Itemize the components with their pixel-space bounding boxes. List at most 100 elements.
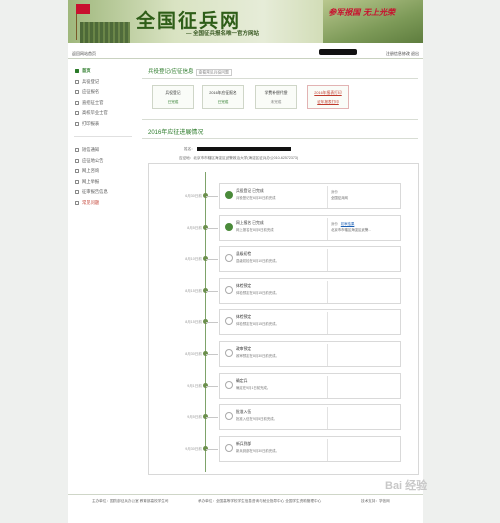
step-title: 体检预定 <box>236 315 252 319</box>
printer-icon <box>75 121 79 126</box>
timeline-connector <box>206 322 218 323</box>
step-title: 批准入伍 <box>236 410 252 414</box>
section-title: 兵役登记/应征信息 查看常见兵役问题 <box>148 67 232 76</box>
status-label-text: 身份 <box>331 222 338 226</box>
pending-circle-icon <box>225 349 233 357</box>
sidebar-item-faq[interactable]: 常见问题 <box>72 198 134 209</box>
card-separator <box>327 218 328 240</box>
pending-circle-icon <box>225 381 233 389</box>
step-description: 网上报名在8月5日前完成 <box>236 228 274 232</box>
timeline-date: 8月15日前 <box>185 320 202 324</box>
footer-tech: 技术支持：学信网 <box>361 499 390 503</box>
tile-enlist[interactable]: 2016年应征报名 已完成 <box>202 85 244 109</box>
step-description: 政审预定在8月30日前完成。 <box>236 354 279 358</box>
section-note[interactable]: 查看常见兵役问题 <box>195 68 232 76</box>
sidebar-item-registration[interactable]: 兵役登记 <box>72 77 134 88</box>
step-title: 新兵到部 <box>236 442 252 446</box>
check-circle-icon <box>225 191 233 199</box>
progress-title: 2016年应征进展情况 <box>148 130 204 136</box>
tile-tuition[interactable]: 学费补偿代偿 未完成 <box>255 85 297 109</box>
step-description: 新兵到部在9月30日前完成。 <box>236 449 279 453</box>
timeline-card: 确定兵确定在9月1日前完成。 <box>219 373 401 399</box>
step-description: 兵役登记在6月30日前完成 <box>236 196 276 200</box>
card-separator <box>327 344 328 366</box>
sidebar-item-enlist[interactable]: 应征报名 <box>72 87 134 98</box>
step-description: 批准入伍在9月5日前完成。 <box>236 417 278 421</box>
name-row: 姓名： <box>184 147 291 152</box>
step-status-value: 北京市市辖区海淀区武警... <box>331 228 372 232</box>
form-icon <box>75 100 79 105</box>
step-title: 确定兵 <box>236 379 248 383</box>
pending-circle-icon <box>225 286 233 294</box>
sidebar-item-home[interactable]: 首页 <box>72 66 134 77</box>
card-separator <box>327 312 328 334</box>
section-divider <box>142 78 418 79</box>
status-label-text: 身份 <box>331 190 338 194</box>
sidebar-item-consult[interactable]: 网上咨询 <box>72 166 134 177</box>
timeline-card: 体检预定 体检预定在8月15日前完成。 <box>219 309 401 335</box>
doc-icon <box>75 79 79 84</box>
timeline-connector <box>206 386 218 387</box>
timeline-date: 9月30日前 <box>185 447 202 451</box>
address-row: 应征地：北京市市辖区海淀区武警政治大学(海淀区征兵办公010-62572373) <box>179 156 299 160</box>
flag-icon <box>76 4 90 14</box>
step-title: 政审预定 <box>236 347 252 351</box>
card-separator <box>327 281 328 303</box>
redacted-name <box>196 147 291 152</box>
pending-circle-icon <box>225 254 233 262</box>
step-description: 县级初检在8月10日前完成。 <box>236 259 279 263</box>
site-subtitle: — 全国征兵报名唯一官方网站 <box>186 31 260 37</box>
sidebar-item-sms[interactable]: 短信通知 <box>72 145 134 156</box>
footer-sponsor: 主办单位：国防部征兵办公室 教育部高校学生司 <box>92 499 169 503</box>
sidebar-item-notice[interactable]: 应征地公告 <box>72 156 134 167</box>
review-icon <box>75 190 79 195</box>
step-title: 网上报名 已完成 <box>236 221 264 225</box>
home-icon <box>75 69 79 74</box>
timeline-date: 6月30日前 <box>185 194 202 198</box>
timeline-card: 兵役登记 已完成 兵役登记在6月30日前完成 身份 全国征兵网 <box>219 183 401 209</box>
watermark: Bai 经验 <box>385 480 428 492</box>
timeline-date: 8月30日前 <box>185 352 202 356</box>
sidebar-item-print[interactable]: 打印报表 <box>72 119 134 130</box>
timeline-date: 9月1日前 <box>187 384 202 388</box>
timeline-connector <box>206 449 218 450</box>
timeline-connector <box>206 417 218 418</box>
timeline-connector <box>206 259 218 260</box>
sidebar: 首页 兵役登记 应征报名 直招征士官 高校毕业士官 打印报表 短信通知 应征地公… <box>72 66 134 208</box>
step-status-label: 身份 初审结果 <box>331 221 354 226</box>
timeline-date: 8月10日前 <box>185 257 202 261</box>
timeline-card: 体检预定 体检预定在8月15日前完成。 <box>219 278 401 304</box>
sidebar-item-report[interactable]: 网上举报 <box>72 177 134 188</box>
timeline-card: 政审预定政审预定在8月30日前完成。 <box>219 341 401 367</box>
pending-circle-icon <box>225 317 233 325</box>
step-title: 体检预定 <box>236 284 252 288</box>
step-description: 确定在9月1日前完成。 <box>236 386 271 390</box>
timeline-connector <box>206 291 218 292</box>
card-separator <box>327 376 328 398</box>
sidebar-item-nco[interactable]: 直招征士官 <box>72 98 134 109</box>
step-title: 兵役登记 已完成 <box>236 189 264 193</box>
form-icon <box>75 90 79 95</box>
account-links[interactable]: 注册信息修改 退出 <box>386 51 419 57</box>
footer: 主办单位：国防部征兵办公室 教育部高校学生司 承办单位：全国高等学校学生信息咨询… <box>68 494 423 506</box>
sidebar-item-graduate[interactable]: 高校毕业士官 <box>72 108 134 119</box>
timeline-card: 新兵到部新兵到部在9月30日前完成。 <box>219 436 401 462</box>
report-icon <box>75 179 79 184</box>
pending-circle-icon <box>225 444 233 452</box>
message-icon <box>75 148 79 153</box>
tile-registration[interactable]: 兵役登记 已完成 <box>152 85 194 109</box>
home-link[interactable]: 返回网站首页 <box>72 51 96 57</box>
step-status-label: 身份 <box>331 189 338 194</box>
timeline-connector <box>206 196 218 197</box>
timeline-card: 批准入伍批准入伍在9月5日前完成。 <box>219 404 401 430</box>
tile-print[interactable]: 2016年报表打印 征年报表打印 <box>307 85 349 109</box>
notice-icon <box>75 158 79 163</box>
timeline-connector <box>206 228 218 229</box>
sidebar-item-review[interactable]: 征审报告信息 <box>72 187 134 198</box>
progress-divider <box>142 138 418 139</box>
check-circle-icon <box>225 223 233 231</box>
sidebar-divider <box>74 129 132 137</box>
tiles-divider <box>142 119 418 120</box>
top-bar: 返回网站首页 注册信息修改 退出 <box>68 47 423 59</box>
status-link[interactable]: 初审结果 <box>341 222 355 226</box>
